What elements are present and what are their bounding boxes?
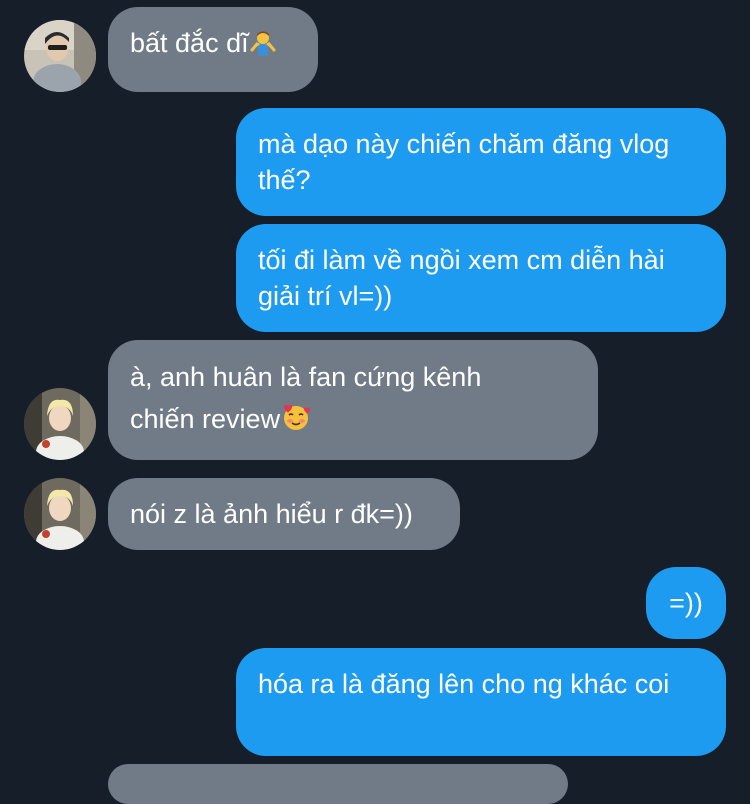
message-bubble-incoming[interactable]: à, anh huân là fan cứng kênh chiến revie… (108, 340, 598, 460)
avatar[interactable] (24, 388, 96, 460)
avatar-photo-2 (24, 388, 96, 460)
message-text: nói z là ảnh hiểu r đk=)) (130, 499, 413, 529)
smiling-face-with-hearts-emoji (281, 402, 311, 444)
message-bubble-incoming[interactable]: nói z là ảnh hiểu r đk=)) (108, 478, 460, 550)
message-bubble-incoming-partial[interactable] (108, 764, 568, 804)
message-bubble-outgoing[interactable]: hóa ra là đăng lên cho ng khác coi (236, 648, 726, 756)
avatar-photo-2 (24, 478, 96, 550)
message-bubble-incoming[interactable]: bất đắc dĩ (108, 7, 318, 92)
avatar-photo-1 (24, 20, 96, 92)
message-bubble-outgoing[interactable]: mà dạo này chiến chăm đăng vlog thế? (236, 108, 726, 216)
avatar[interactable] (24, 20, 96, 92)
message-text: bất đắc dĩ (130, 28, 249, 58)
message-bubble-outgoing[interactable]: tối đi làm về ngồi xem cm diễn hài giải … (236, 224, 726, 332)
message-text: hóa ra là đăng lên cho ng khác coi (258, 669, 670, 699)
message-text-line-1: à, anh huân là fan cứng kênh (130, 362, 482, 392)
message-text: =)) (669, 588, 703, 618)
person-shrugging-emoji (250, 29, 276, 65)
avatar[interactable] (24, 478, 96, 550)
message-text: mà dạo này chiến chăm đăng vlog thế? (258, 129, 670, 195)
message-bubble-outgoing[interactable]: =)) (646, 567, 726, 639)
message-text: tối đi làm về ngồi xem cm diễn hài giải … (258, 245, 665, 311)
message-text-line-2: chiến review (130, 404, 281, 434)
